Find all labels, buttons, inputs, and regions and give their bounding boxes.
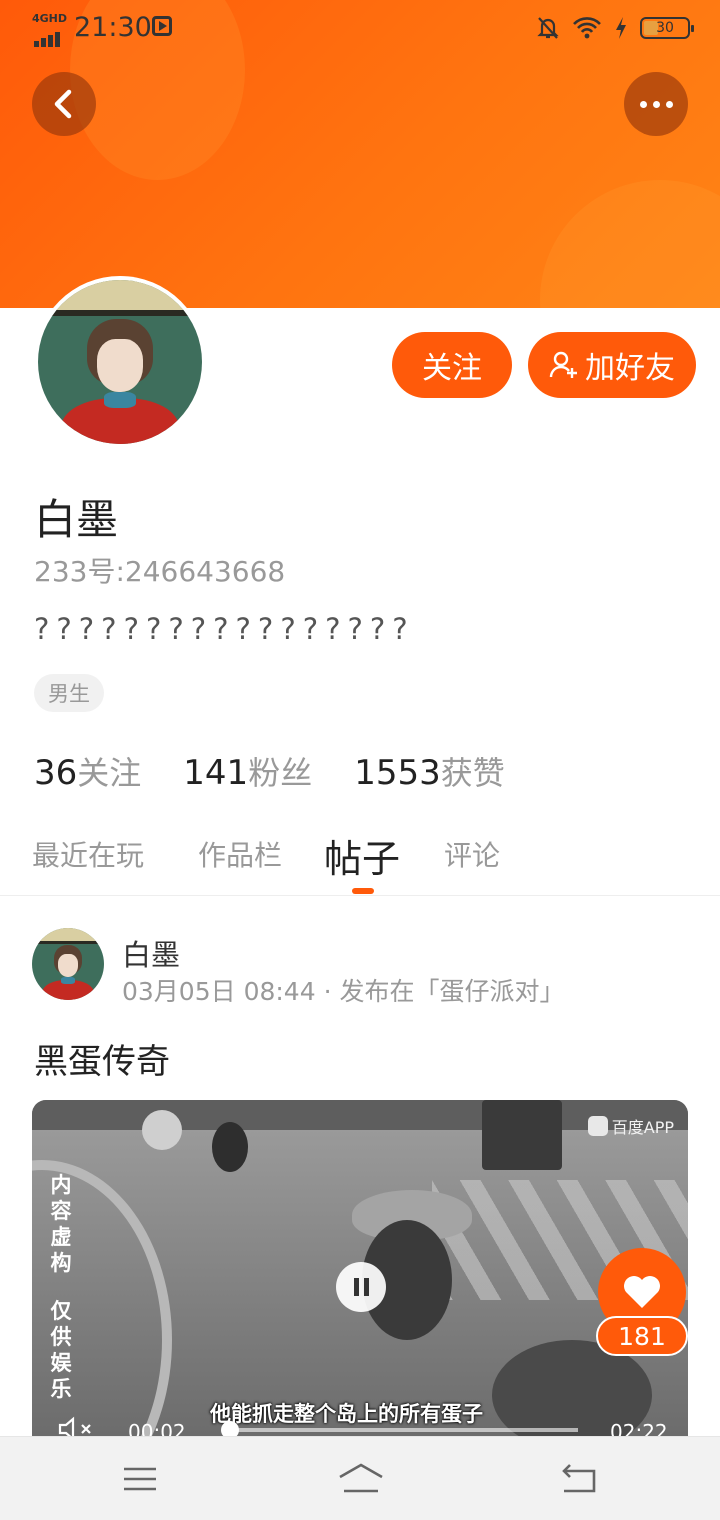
more-button[interactable] bbox=[624, 72, 688, 136]
status-bar: 4GHD 21:30 30 bbox=[0, 0, 720, 56]
follow-button-label: 关注 bbox=[422, 351, 482, 386]
progress-knob[interactable] bbox=[220, 1421, 239, 1436]
profile-avatar[interactable] bbox=[34, 276, 206, 448]
disclaimer-char: 虚 bbox=[50, 1225, 72, 1249]
post-author-name[interactable]: 白墨 bbox=[122, 932, 180, 974]
stat-label: 粉丝 bbox=[248, 754, 313, 792]
video-disclaimer: 内 容 虚 构 仅 供 娱 乐 bbox=[44, 1172, 78, 1402]
profile-tabs: 最近在玩 作品栏 帖子 评论 bbox=[0, 824, 720, 896]
heart-icon bbox=[624, 1276, 660, 1308]
stat-likes[interactable]: 1553 获赞 bbox=[354, 748, 505, 794]
disclaimer-char: 仅 bbox=[50, 1299, 72, 1323]
video-controls: 00:02 02:22 bbox=[32, 1412, 688, 1436]
baidu-paw-icon bbox=[587, 1116, 608, 1136]
battery-level: 30 bbox=[656, 20, 674, 36]
add-friend-button-label: 加好友 bbox=[585, 351, 675, 386]
add-user-icon bbox=[549, 351, 577, 378]
post-author-avatar[interactable] bbox=[32, 928, 104, 1000]
video-current-time: 00:02 bbox=[128, 1420, 186, 1436]
follow-button[interactable]: 关注 bbox=[392, 332, 512, 398]
back-button[interactable] bbox=[32, 72, 96, 136]
chevron-left-icon bbox=[54, 89, 72, 119]
mute-icon[interactable] bbox=[58, 1416, 98, 1436]
stat-label: 获赞 bbox=[440, 754, 505, 792]
charging-icon bbox=[616, 17, 626, 39]
back-nav-icon[interactable] bbox=[556, 1459, 600, 1499]
more-dots-icon bbox=[624, 101, 688, 108]
profile-bio: ????????????????? bbox=[34, 612, 415, 646]
banner-decoration bbox=[540, 180, 720, 308]
video-progress-bar[interactable] bbox=[220, 1421, 578, 1436]
signal-icon: 4GHD bbox=[32, 12, 68, 47]
tab-posts[interactable]: 帖子 bbox=[324, 828, 400, 883]
media-notification-icon bbox=[152, 16, 172, 36]
post-video[interactable]: 百度APP 内 容 虚 构 仅 供 娱 乐 181 他能抓走整个岛上的所有蛋子 … bbox=[32, 1100, 688, 1436]
stat-following[interactable]: 36 关注 bbox=[34, 748, 141, 794]
clock: 21:30 bbox=[74, 12, 152, 43]
disclaimer-char: 容 bbox=[50, 1199, 72, 1223]
system-nav-bar bbox=[0, 1436, 720, 1520]
profile-stats: 36 关注 141 粉丝 1553 获赞 bbox=[34, 748, 505, 794]
watermark-text: 百度APP bbox=[611, 1118, 674, 1137]
tab-comments[interactable]: 评论 bbox=[444, 834, 500, 874]
video-total-time: 02:22 bbox=[610, 1420, 668, 1436]
bell-muted-icon bbox=[537, 17, 559, 39]
network-label: 4GHD bbox=[32, 12, 68, 25]
stat-number: 1553 bbox=[354, 753, 441, 793]
wifi-icon bbox=[573, 17, 601, 39]
pause-icon bbox=[353, 1278, 359, 1296]
user-id: 233号:246643668 bbox=[34, 550, 285, 590]
video-watermark: 百度APP bbox=[587, 1114, 674, 1138]
tab-recently-played[interactable]: 最近在玩 bbox=[32, 834, 144, 874]
stat-number: 36 bbox=[34, 753, 78, 793]
stat-label: 关注 bbox=[77, 754, 142, 792]
profile-name: 白墨 bbox=[34, 495, 119, 544]
add-friend-button[interactable]: 加好友 bbox=[528, 332, 696, 398]
stat-fans[interactable]: 141 粉丝 bbox=[183, 748, 312, 794]
home-icon[interactable] bbox=[336, 1459, 386, 1499]
user-id-label: 233号: bbox=[34, 555, 125, 588]
disclaimer-char: 乐 bbox=[50, 1377, 72, 1401]
like-count: 181 bbox=[596, 1316, 688, 1356]
battery-icon: 30 bbox=[640, 17, 694, 39]
pause-button[interactable] bbox=[336, 1262, 386, 1312]
user-id-value: 246643668 bbox=[124, 555, 286, 588]
post-title[interactable]: 黑蛋传奇 bbox=[34, 1034, 170, 1083]
menu-icon[interactable] bbox=[118, 1459, 162, 1499]
disclaimer-char: 供 bbox=[50, 1325, 72, 1349]
active-tab-indicator bbox=[352, 888, 374, 894]
stat-number: 141 bbox=[183, 753, 249, 793]
gender-tag: 男生 bbox=[34, 674, 104, 712]
disclaimer-char: 构 bbox=[50, 1251, 72, 1275]
tab-works[interactable]: 作品栏 bbox=[198, 834, 282, 874]
disclaimer-char: 娱 bbox=[50, 1351, 72, 1375]
disclaimer-char: 内 bbox=[50, 1173, 72, 1197]
post-meta: 03月05日 08:44 · 发布在「蛋仔派对」 bbox=[122, 977, 565, 1006]
